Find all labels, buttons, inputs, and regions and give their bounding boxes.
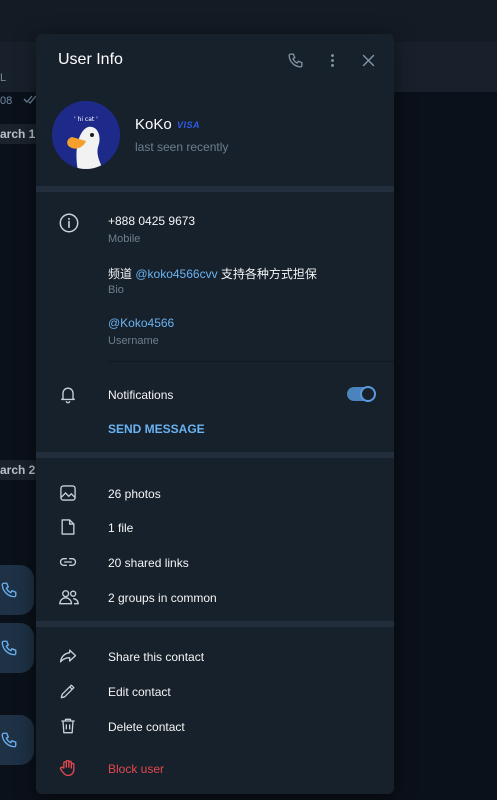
photos-count: 26 photos — [108, 487, 161, 501]
phone-icon — [1, 582, 17, 598]
visa-badge: VISA — [177, 120, 201, 130]
call-message-bubble[interactable] — [0, 565, 34, 615]
call-button[interactable] — [284, 49, 306, 71]
share-contact-row[interactable]: Share this contact — [36, 640, 394, 674]
dialog-title-bar: User Info — [36, 34, 394, 86]
groups-count: 2 groups in common — [108, 591, 217, 605]
duck-avatar-image: ' hi cat ' — [52, 101, 120, 169]
actions-section: Share this contact Edit contact Delete c… — [36, 627, 394, 794]
user-info-dialog: User Info ' hi cat ' KoKo VISA last seen… — [36, 34, 394, 794]
photo-icon — [58, 483, 80, 505]
delete-contact-row[interactable]: Delete contact — [36, 710, 394, 744]
notifications-section: Notifications SEND MESSAGE — [36, 362, 394, 450]
files-row[interactable]: 1 file — [36, 511, 394, 545]
notifications-toggle[interactable] — [347, 386, 376, 402]
bio-text: 频道 @koko4566cvv 支持各种方式担保 — [108, 267, 317, 281]
bell-icon — [58, 384, 80, 406]
files-count: 1 file — [108, 521, 134, 535]
photos-row[interactable]: 26 photos — [36, 477, 394, 511]
username-link[interactable]: @Koko4566 — [108, 316, 174, 330]
phone-icon — [287, 52, 303, 68]
shared-media-section: 26 photos 1 file 20 shared links 2 group… — [36, 458, 394, 621]
phone-label: Mobile — [108, 233, 141, 245]
send-message-button[interactable]: SEND MESSAGE — [108, 422, 205, 436]
profile-header: ' hi cat ' KoKo VISA last seen recently — [36, 86, 394, 186]
edit-contact-label: Edit contact — [108, 685, 171, 699]
close-icon — [362, 54, 374, 66]
phone-number[interactable]: +888 0425 9673 — [108, 214, 195, 228]
share-icon — [58, 646, 80, 668]
chat-time-fragment: 08 — [0, 94, 37, 107]
call-message-bubble[interactable] — [0, 715, 34, 765]
share-contact-label: Share this contact — [108, 650, 205, 664]
delete-contact-label: Delete contact — [108, 720, 185, 734]
user-name: KoKo — [135, 116, 172, 133]
pencil-icon — [58, 681, 80, 703]
links-count: 20 shared links — [108, 556, 189, 570]
close-button[interactable] — [357, 49, 379, 71]
svg-text:' hi cat ': ' hi cat ' — [74, 116, 98, 123]
links-row[interactable]: 20 shared links — [36, 546, 394, 580]
block-user-label: Block user — [108, 762, 165, 776]
phone-icon — [1, 640, 17, 656]
notifications-row[interactable]: Notifications — [36, 378, 394, 412]
link-icon — [58, 552, 80, 574]
more-options-button[interactable] — [321, 49, 343, 71]
trash-icon — [58, 716, 80, 738]
groups-row[interactable]: 2 groups in common — [36, 581, 394, 615]
groups-icon — [58, 587, 80, 609]
info-section: +888 0425 9673 Mobile 频道 @koko4566cvv 支持… — [36, 192, 394, 362]
edit-contact-row[interactable]: Edit contact — [36, 675, 394, 709]
toggle-knob — [360, 386, 376, 402]
file-icon — [58, 517, 80, 539]
phone-icon — [1, 732, 17, 748]
call-message-bubble[interactable] — [0, 623, 34, 673]
chat-sender-fragment: L — [0, 72, 7, 84]
bio-channel-link[interactable]: @koko4566cvv — [135, 267, 217, 281]
block-user-row[interactable]: Block user — [36, 752, 394, 786]
dialog-title: User Info — [58, 51, 123, 68]
last-seen-status: last seen recently — [135, 140, 229, 154]
more-vertical-icon — [330, 53, 334, 67]
avatar[interactable]: ' hi cat ' — [52, 101, 120, 169]
block-hand-icon — [58, 758, 80, 780]
username-label: Username — [108, 335, 159, 347]
notifications-label: Notifications — [108, 388, 174, 402]
info-icon — [58, 212, 80, 239]
bio-label: Bio — [108, 284, 124, 296]
